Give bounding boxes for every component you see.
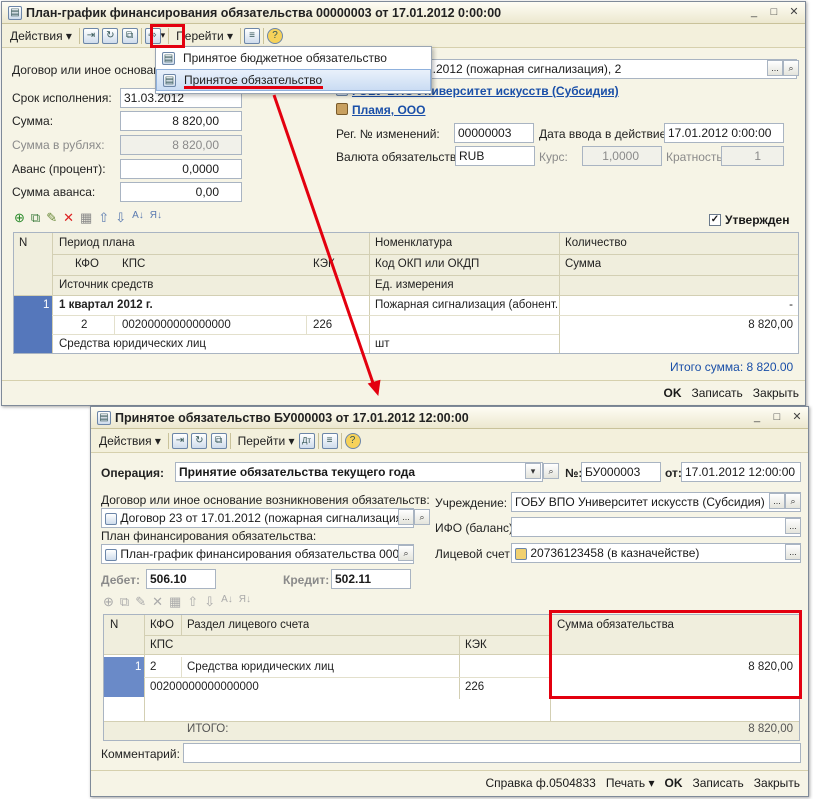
red-arrow	[272, 94, 381, 396]
